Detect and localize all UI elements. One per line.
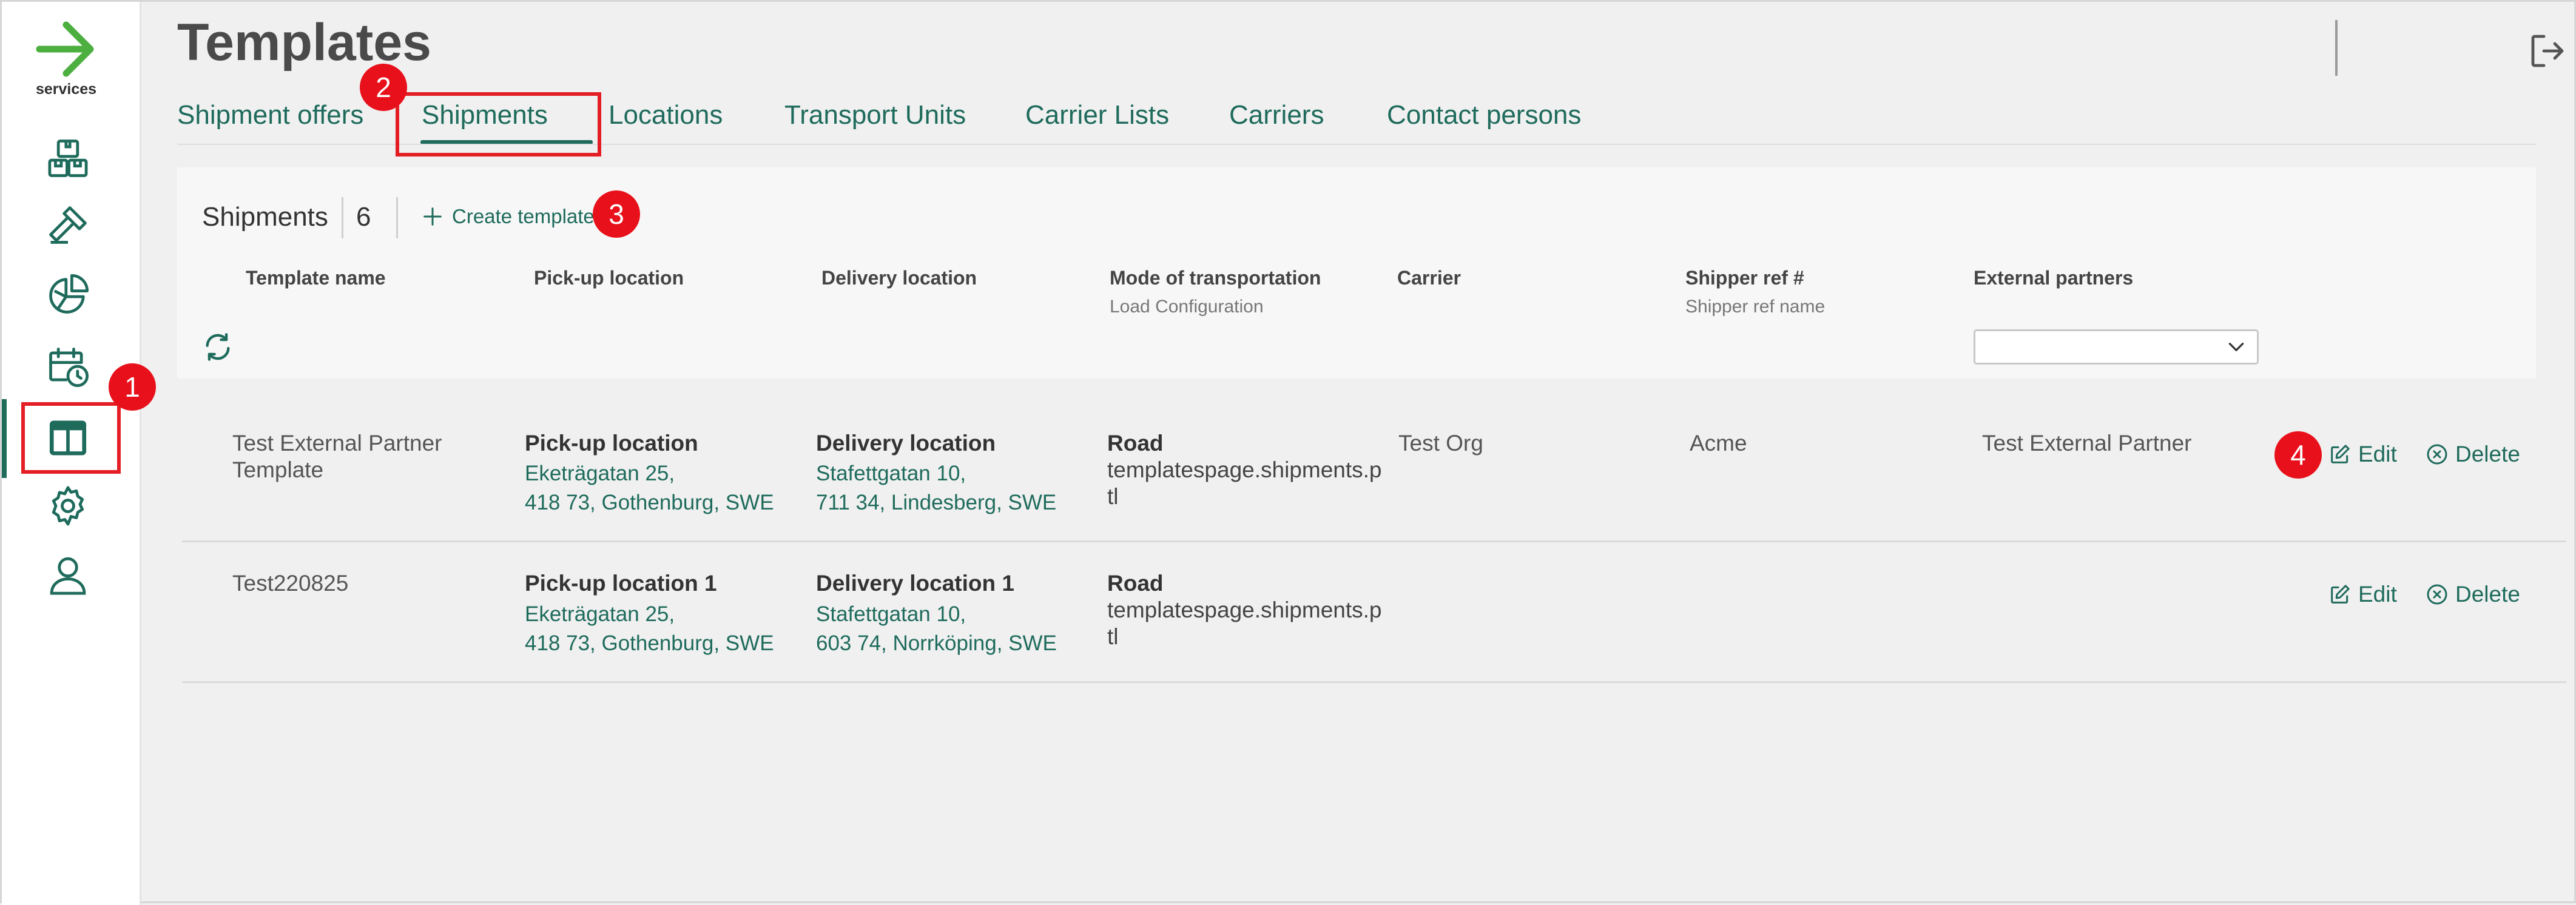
chevron-down-icon bbox=[2228, 343, 2244, 351]
column-header-carrier[interactable]: Carrier bbox=[1397, 267, 1461, 289]
mode-line1: templatespage.shipments.p bbox=[1107, 597, 1382, 622]
boxes-icon bbox=[48, 140, 88, 177]
sidebar-item-profile[interactable] bbox=[42, 549, 94, 601]
external-partners-filter[interactable] bbox=[1974, 329, 2259, 365]
annotation-badge-1: 1 bbox=[109, 363, 156, 411]
tab-transport-units[interactable]: Transport Units bbox=[784, 100, 966, 130]
pickup-address-line2: 418 73, Gothenburg, SWE bbox=[525, 631, 774, 655]
pie-chart-icon bbox=[49, 274, 89, 314]
create-template-label: Create template bbox=[452, 205, 595, 227]
close-circle-icon bbox=[2427, 584, 2447, 605]
row-divider bbox=[182, 681, 2566, 683]
plus-icon bbox=[423, 207, 442, 226]
user-icon bbox=[50, 557, 86, 595]
highlight-box-2 bbox=[396, 92, 601, 156]
column-header-pickup[interactable]: Pick-up location bbox=[534, 267, 684, 289]
logout-icon[interactable] bbox=[2526, 29, 2569, 73]
delivery-title: Delivery location 1 bbox=[816, 571, 1014, 596]
app-logo[interactable]: services bbox=[30, 19, 103, 98]
delete-label: Delete bbox=[2455, 442, 2520, 466]
sidebar-item-analytics[interactable] bbox=[42, 269, 94, 321]
delivery-address-line1: Stafettgatan 10, bbox=[816, 462, 966, 485]
mode-title: Road bbox=[1107, 571, 1164, 596]
page-title: Templates bbox=[177, 13, 431, 72]
edit-button[interactable]: Edit bbox=[2328, 442, 2397, 467]
logo-text: services bbox=[35, 81, 97, 98]
template-name-line1: Test External Partner bbox=[232, 431, 442, 456]
delivery-title: Delivery location bbox=[816, 431, 996, 456]
edit-button[interactable]: Edit bbox=[2328, 582, 2397, 607]
column-header-delivery[interactable]: Delivery location bbox=[821, 267, 977, 289]
close-circle-icon bbox=[2427, 444, 2447, 465]
create-template-button[interactable]: Create template bbox=[420, 204, 595, 229]
pickup-title: Pick-up location bbox=[525, 431, 698, 456]
edit-icon bbox=[2331, 445, 2350, 463]
arrow-logo-icon bbox=[36, 21, 94, 77]
carrier-value: Test Org bbox=[1398, 431, 1483, 456]
column-header-template-name[interactable]: Template name bbox=[246, 267, 386, 289]
panel-separator-2 bbox=[396, 197, 398, 238]
tab-shipment-offers[interactable]: Shipment offers bbox=[177, 100, 363, 130]
refresh-icon[interactable] bbox=[202, 331, 234, 363]
delivery-address-line2: 603 74, Norrköping, SWE bbox=[816, 631, 1057, 655]
sidebar-item-settings[interactable] bbox=[42, 480, 94, 532]
panel-separator bbox=[342, 197, 343, 238]
sidebar-item-schedule[interactable] bbox=[42, 340, 94, 392]
delete-button[interactable]: Delete bbox=[2425, 582, 2520, 607]
pickup-address-line1: Eketrägatan 25, bbox=[525, 462, 675, 485]
template-name-line1: Test220825 bbox=[232, 571, 349, 596]
delete-button[interactable]: Delete bbox=[2425, 442, 2520, 467]
highlight-box-1 bbox=[21, 402, 121, 474]
tab-carrier-lists[interactable]: Carrier Lists bbox=[1025, 100, 1169, 130]
sidebar-item-auctions[interactable] bbox=[42, 199, 94, 251]
header-divider bbox=[2335, 20, 2338, 76]
column-header-external-partners[interactable]: External partners bbox=[1974, 267, 2133, 289]
column-header-shipper-ref[interactable]: Shipper ref # bbox=[1685, 267, 1804, 289]
sidebar-item-shipment-offers[interactable] bbox=[42, 132, 94, 184]
calendar-clock-icon bbox=[49, 348, 89, 388]
pickup-title: Pick-up location 1 bbox=[525, 571, 717, 596]
column-header-mode[interactable]: Mode of transportation bbox=[1110, 267, 1321, 289]
panel-count: 6 bbox=[356, 202, 371, 232]
column-subheader-shipper-ref-name: Shipper ref name bbox=[1685, 297, 1826, 317]
annotation-badge-4: 4 bbox=[2274, 431, 2322, 479]
row-divider bbox=[182, 540, 2566, 542]
tab-locations[interactable]: Locations bbox=[609, 100, 723, 130]
annotation-badge-2: 2 bbox=[360, 64, 407, 111]
tab-carriers[interactable]: Carriers bbox=[1229, 100, 1324, 130]
column-subheader-load-config: Load Configuration bbox=[1110, 297, 1264, 317]
edit-icon bbox=[2331, 585, 2350, 604]
pickup-address-line1: Eketrägatan 25, bbox=[525, 602, 675, 626]
edit-label: Edit bbox=[2358, 442, 2397, 466]
active-indicator bbox=[2, 399, 7, 478]
mode-line2: tl bbox=[1107, 624, 1119, 649]
panel-title: Shipments bbox=[202, 202, 328, 232]
tab-contact-persons[interactable]: Contact persons bbox=[1387, 100, 1581, 130]
edit-label: Edit bbox=[2358, 582, 2397, 607]
external-partner-value: Test External Partner bbox=[1982, 431, 2192, 456]
delivery-address-line1: Stafettgatan 10, bbox=[816, 602, 966, 626]
delete-label: Delete bbox=[2455, 582, 2520, 607]
gear-icon bbox=[52, 486, 84, 526]
mode-line2: tl bbox=[1107, 484, 1119, 509]
template-name-line2: Template bbox=[232, 457, 324, 482]
delivery-address-line2: 711 34, Lindesberg, SWE bbox=[816, 491, 1057, 514]
mode-line1: templatespage.shipments.p bbox=[1107, 457, 1382, 482]
shipper-ref-value: Acme bbox=[1690, 431, 1747, 456]
mode-title: Road bbox=[1107, 431, 1164, 456]
gavel-icon bbox=[49, 206, 87, 244]
annotation-badge-3: 3 bbox=[593, 190, 640, 238]
pickup-address-line2: 418 73, Gothenburg, SWE bbox=[525, 491, 774, 514]
